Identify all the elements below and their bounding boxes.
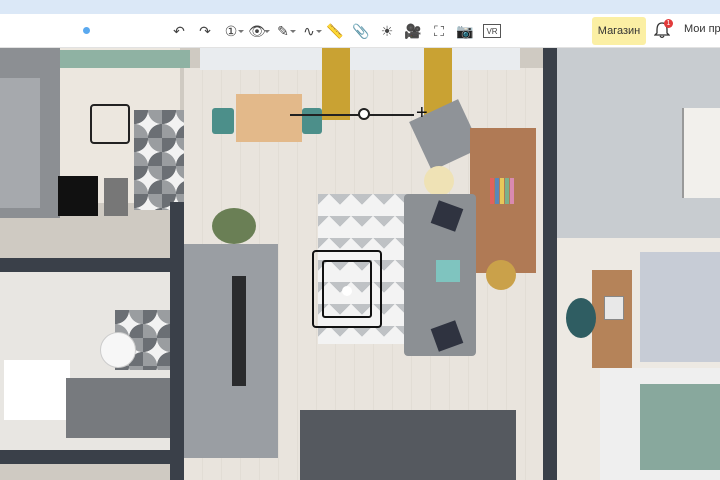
shop-button[interactable]: Магазин (592, 17, 646, 45)
picture-frames (682, 108, 720, 198)
bar-stool (90, 104, 130, 144)
chair (212, 108, 234, 134)
cabinet-top (60, 50, 190, 68)
desk-chair (566, 298, 596, 338)
zoom-in-button[interactable]: + (416, 103, 428, 123)
wall-bottom-left (0, 450, 172, 464)
undo-icon[interactable]: ↶ (168, 19, 190, 43)
hall-rug (184, 384, 248, 454)
photo-camera-icon[interactable]: 📷 (454, 19, 476, 43)
ruler-icon[interactable]: 📏 (324, 19, 346, 43)
washing-machine (66, 378, 170, 438)
oven (58, 176, 98, 216)
zoom-slider-track[interactable] (290, 114, 414, 116)
bedroom-window (640, 252, 720, 362)
measure-pen-icon[interactable]: ✎ (272, 19, 296, 43)
notification-badge: 1 (664, 19, 673, 28)
bed-throw (640, 384, 720, 470)
vr-icon[interactable]: VR (483, 24, 501, 38)
wall-vertical-right (543, 48, 557, 480)
curtain-left (322, 48, 350, 120)
dining-table (236, 94, 302, 142)
wall-horizontal-left (0, 258, 172, 272)
light-icon[interactable]: ☀ (376, 19, 398, 43)
hallway-floor (300, 410, 516, 480)
toilet (100, 332, 136, 368)
sofa-cushion (436, 260, 460, 282)
laptop (604, 296, 624, 320)
bathtub (4, 360, 70, 420)
coffee-table-center (342, 286, 352, 296)
side-table (424, 166, 454, 196)
window-wall (200, 48, 520, 70)
curve-icon[interactable]: ∿ (298, 19, 322, 43)
redo-icon[interactable]: ↷ (194, 19, 216, 43)
microwave (104, 178, 128, 216)
floor-plan-canvas[interactable]: + (0, 48, 720, 480)
plant (212, 208, 256, 244)
kitchen-cabinet (0, 78, 40, 208)
tool-group: ↶ ↷ ① 👁 ✎ ∿ 📏 📎 ☀ 🎥 ⛶ 📷 VR (168, 14, 501, 48)
my-projects-link[interactable]: Мои пр (684, 23, 720, 35)
books (490, 178, 520, 209)
status-dot (83, 27, 90, 34)
plant (486, 260, 516, 290)
paperclip-icon[interactable]: 📎 (350, 19, 372, 43)
eye-icon[interactable]: 👁 (246, 19, 270, 43)
video-camera-icon[interactable]: 🎥 (402, 19, 424, 43)
chair (302, 108, 322, 134)
tv (232, 276, 246, 386)
floor-level-icon[interactable]: ① (220, 19, 244, 43)
wall-vertical-mid (170, 202, 184, 480)
browser-top-strip (0, 0, 720, 15)
fit-view-icon[interactable]: ⛶ (428, 19, 450, 43)
